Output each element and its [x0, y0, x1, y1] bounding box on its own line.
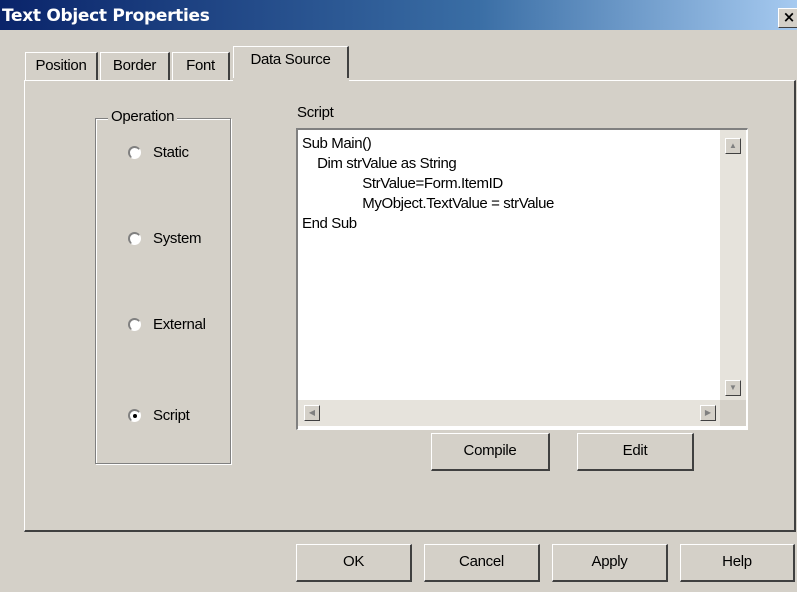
active-tab-joint: [233, 78, 349, 82]
help-button[interactable]: Help: [680, 544, 795, 582]
tab-label: Data Source: [250, 51, 331, 68]
close-icon[interactable]: ×: [778, 8, 797, 28]
tab-position[interactable]: Position: [25, 52, 98, 80]
window-title: Text Object Properties: [2, 6, 210, 26]
tab-border[interactable]: Border: [100, 52, 170, 80]
apply-button[interactable]: Apply: [552, 544, 668, 582]
tab-panel: [24, 80, 796, 532]
tab-label: Font: [186, 57, 215, 74]
tab-data-source[interactable]: Data Source: [233, 46, 349, 80]
cancel-button[interactable]: Cancel: [424, 544, 540, 582]
tab-label: Position: [35, 57, 87, 74]
tab-label: Border: [112, 57, 157, 74]
ok-button[interactable]: OK: [296, 544, 412, 582]
title-bar[interactable]: Text Object Properties: [0, 0, 797, 30]
tab-font[interactable]: Font: [172, 52, 230, 80]
